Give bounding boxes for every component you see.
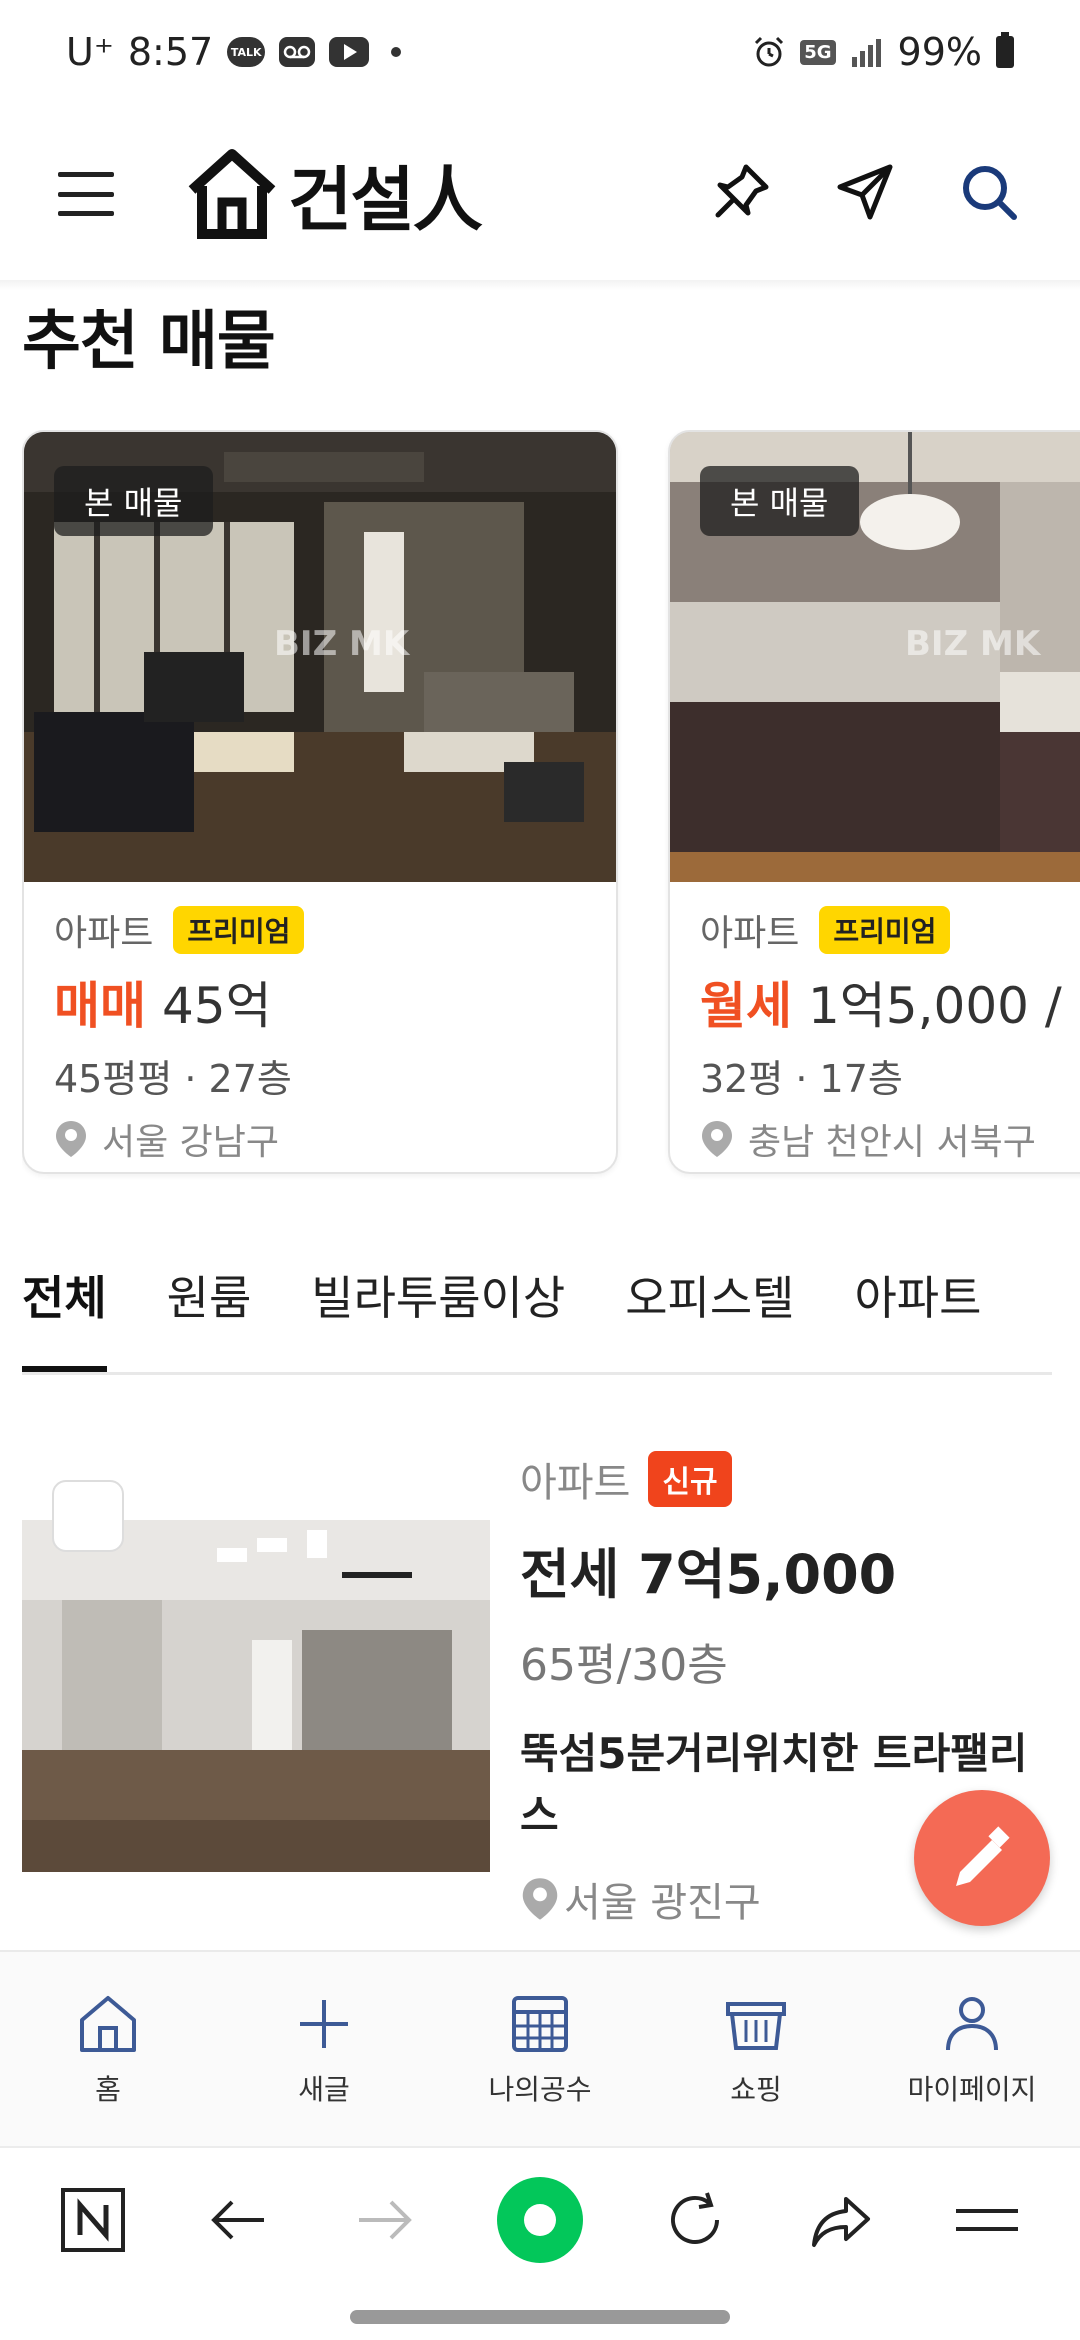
share-icon[interactable] — [806, 2185, 876, 2259]
kakaotalk-icon: TALK — [227, 37, 266, 67]
network-type-label: 5G — [800, 39, 836, 65]
person-icon — [946, 1997, 998, 2051]
green-dot-home-icon[interactable] — [495, 2175, 585, 2269]
price: 1억5,000 / — [808, 977, 1062, 1035]
tab-apartment[interactable]: 아파트 — [854, 1262, 981, 1372]
alarm-icon — [752, 35, 786, 69]
property-photo: 본 매물 BIZ MK — [24, 432, 616, 882]
carrier-label: U⁺ — [66, 30, 114, 74]
write-fab-button[interactable] — [914, 1790, 1050, 1926]
listing-size-floor: 65평/30층 — [520, 1640, 728, 1691]
size-floor: 32평 · 17층 — [700, 1057, 903, 1101]
location-pin-icon — [702, 1121, 732, 1157]
listing-photo — [22, 1520, 490, 1872]
plus-icon — [300, 2000, 348, 2048]
section-title: 추천 매물 — [22, 305, 276, 379]
seen-badge: 본 매물 — [54, 466, 213, 536]
nav-label: 쇼핑 — [730, 2073, 782, 2106]
nav-label: 마이페이지 — [907, 2073, 1037, 2106]
nav-home[interactable]: 홈 — [8, 1990, 208, 2108]
tab-villa[interactable]: 빌라투룸이상 — [311, 1262, 565, 1372]
photo-watermark: BIZ MK — [905, 624, 1041, 664]
nav-label: 새글 — [298, 2073, 350, 2106]
voicemail-icon — [279, 37, 316, 67]
location-pin-icon — [56, 1121, 86, 1157]
naver-icon[interactable] — [58, 2185, 128, 2259]
premium-badge: 프리미엄 — [173, 906, 305, 954]
home-icon — [80, 1996, 136, 2052]
forward-arrow-icon — [349, 2185, 419, 2259]
back-arrow-icon[interactable] — [204, 2185, 274, 2259]
deal-type: 월세 — [700, 977, 792, 1035]
premium-badge: 프리미엄 — [819, 906, 951, 954]
menu-lines-icon[interactable] — [952, 2185, 1022, 2259]
signal-icon — [850, 37, 884, 67]
property-card[interactable]: 본 매물 BIZ MK 아파트 프리미엄 월세 1억5,000 / 32평 · … — [668, 430, 1080, 1174]
property-type: 아파트 — [700, 913, 800, 954]
header-divider — [0, 280, 1080, 290]
tab-oneroom[interactable]: 원룸 — [167, 1262, 252, 1372]
send-icon[interactable] — [834, 161, 896, 227]
property-type: 아파트 — [54, 913, 154, 954]
youtube-icon — [329, 37, 370, 67]
new-badge: 신규 — [648, 1451, 732, 1507]
house-logo-icon — [188, 149, 276, 239]
clock: 8:57 — [127, 30, 214, 74]
nav-my-work[interactable]: 나의공수 — [440, 1990, 640, 2108]
photo-watermark: BIZ MK — [274, 624, 410, 664]
category-tabs: 전체 원룸 빌라투룸이상 오피스텔 아파트 — [22, 1210, 1052, 1375]
tab-officetel[interactable]: 오피스텔 — [625, 1262, 794, 1372]
size-floor: 45평평 · 27층 — [54, 1057, 292, 1101]
logo-text: 건설人 — [288, 158, 483, 241]
seen-badge: 본 매물 — [700, 466, 859, 536]
basket-icon — [726, 2002, 786, 2050]
nav-new-post[interactable]: 새글 — [224, 1990, 424, 2108]
location-text: 충남 천안시 서북구 — [748, 1122, 1036, 1163]
listing-price: 전세 7억5,000 — [520, 1543, 897, 1606]
pin-icon[interactable] — [710, 161, 772, 227]
deal-type: 매매 — [54, 977, 146, 1035]
nav-shopping[interactable]: 쇼핑 — [656, 1990, 856, 2108]
listing-location: 서울 광진구 — [564, 1880, 761, 1926]
browser-toolbar — [0, 2146, 1080, 2296]
refresh-icon[interactable] — [661, 2185, 731, 2259]
logo[interactable]: 건설人 — [184, 144, 483, 245]
nav-label: 나의공수 — [488, 2073, 592, 2106]
property-card[interactable]: 본 매물 BIZ MK 아파트 프리미엄 매매 45억 45평평 · 27층 서… — [22, 430, 618, 1174]
location-text: 서울 강남구 — [102, 1122, 280, 1163]
select-checkbox[interactable] — [52, 1480, 124, 1552]
nav-label: 홈 — [95, 2073, 121, 2106]
menu-icon[interactable] — [58, 172, 114, 216]
tab-all[interactable]: 전체 — [22, 1262, 107, 1372]
battery-percent: 99% — [897, 30, 982, 74]
property-photo: 본 매물 BIZ MK — [670, 432, 1080, 882]
price: 45억 — [162, 977, 272, 1035]
nav-my-page[interactable]: 마이페이지 — [872, 1990, 1072, 2108]
notification-dot-icon — [391, 47, 402, 57]
battery-icon — [996, 32, 1014, 68]
listing-type: 아파트 — [520, 1460, 631, 1506]
pencil-icon — [956, 1826, 1010, 1886]
calculator-icon — [512, 1996, 568, 2052]
app-bottom-nav: 홈 새글 나의공수 쇼핑 마이페이지 — [0, 1950, 1080, 2146]
recommended-carousel[interactable]: 본 매물 BIZ MK 아파트 프리미엄 매매 45억 45평평 · 27층 서… — [22, 430, 1080, 1180]
location-pin-icon — [522, 1878, 558, 1920]
app-header: 건설人 — [0, 104, 1080, 284]
search-icon[interactable] — [958, 161, 1020, 227]
status-bar: U⁺ 8:57 TALK 5G 99% — [0, 0, 1080, 104]
gesture-home-bar[interactable] — [350, 2310, 730, 2324]
